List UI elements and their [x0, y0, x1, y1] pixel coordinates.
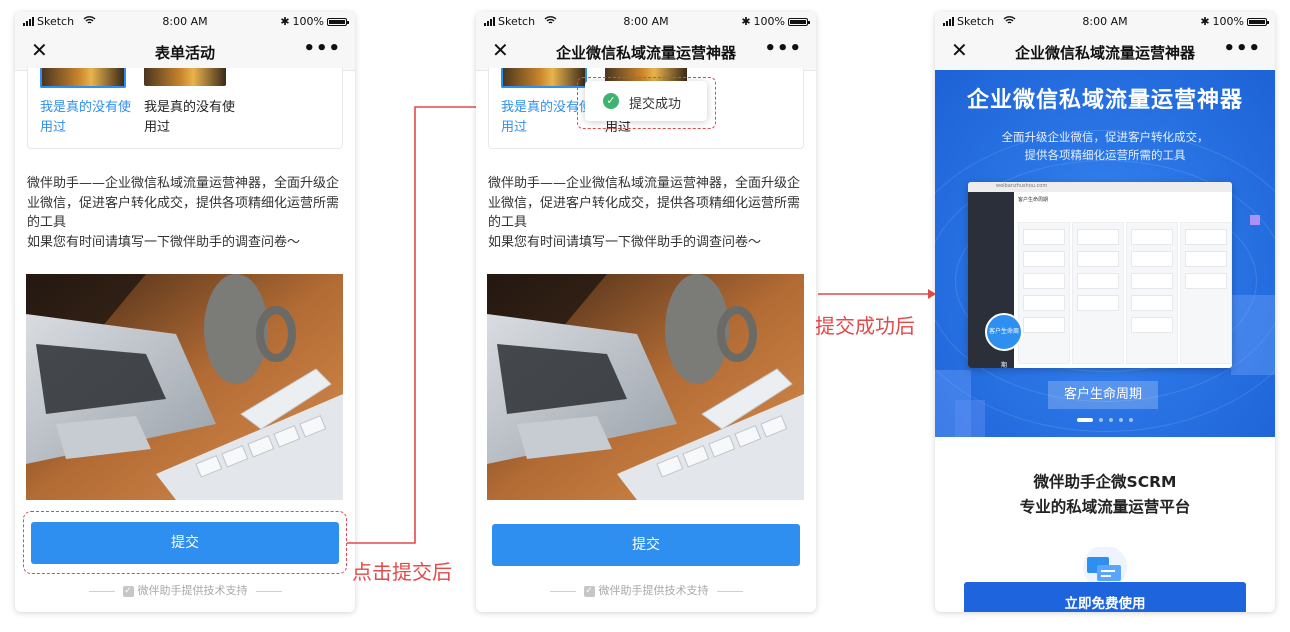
option-image-selected[interactable]	[501, 68, 587, 88]
description-prompt: 如果您有时间请填写一下微伴助手的调查问卷～	[488, 234, 762, 250]
more-icon[interactable]: •••	[1223, 38, 1261, 59]
carousel-dots[interactable]	[935, 418, 1275, 422]
nav-bar: ✕ 企业微信私域流量运营神器 •••	[935, 32, 1275, 71]
battery-percent: 100%	[753, 15, 785, 28]
free-trial-button[interactable]: 立即免费使用	[964, 582, 1246, 612]
banner-title: 企业微信私域流量运营神器	[966, 88, 1243, 113]
product-tagline: 专业的私域流量运营平台	[1019, 498, 1191, 516]
tech-support-footer: ✓ 微伴助手提供技术支持	[476, 582, 816, 598]
carousel-dot[interactable]	[1119, 418, 1123, 422]
nav-bar: ✕ 企业微信私域流量运营神器 •••	[476, 32, 816, 71]
chat-icon	[1073, 545, 1137, 589]
hero-banner: 企业微信私域流量运营神器 全面升级企业微信，促进客户转化成交， 提供各项精细化运…	[935, 70, 1275, 437]
toast-text: 提交成功	[629, 97, 682, 112]
close-icon[interactable]: ✕	[492, 40, 509, 60]
bluetooth-icon: ✱	[741, 15, 751, 28]
annotation-after-click: 点击提交后	[352, 560, 452, 584]
more-icon[interactable]: •••	[764, 38, 802, 59]
zoom-callout: 客户生命周期	[985, 313, 1023, 369]
banner-subtitle-line1: 全面升级企业微信，促进客户转化成交，	[1001, 130, 1209, 144]
product-heading: 微伴助手企微SCRM 专业的私域流量运营平台	[935, 470, 1275, 520]
carousel-dot[interactable]	[1109, 418, 1113, 422]
carousel-dot[interactable]	[1077, 418, 1093, 422]
footer-text: 微伴助手提供技术支持	[598, 584, 709, 597]
bluetooth-icon: ✱	[1200, 15, 1210, 28]
banner-subtitle-line2: 提供各项精细化运营所需的工具	[1024, 148, 1186, 162]
product-name: 微伴助手企微SCRM	[1033, 473, 1177, 491]
annotation-after-success: 提交成功后	[815, 314, 915, 338]
page-title: 企业微信私域流量运营神器	[1014, 44, 1195, 62]
battery-percent: 100%	[1212, 15, 1244, 28]
status-bar: Sketch 8:00 AM ✱ 100%	[476, 12, 816, 32]
laptop-photo	[487, 274, 804, 500]
page-title: 企业微信私域流量运营神器	[555, 44, 736, 62]
status-bar: Sketch 8:00 AM ✱ 100%	[935, 12, 1275, 32]
carousel-dot[interactable]	[1099, 418, 1103, 422]
check-icon: ✓	[583, 585, 595, 597]
phone-screen-landing: Sketch 8:00 AM ✱ 100% ✕ 企业微信私域流量运营神器 •••…	[935, 12, 1275, 612]
battery-icon	[788, 17, 810, 26]
carousel-caption: 客户生命周期	[1048, 381, 1158, 409]
app-page-title: 客户生命周期	[1018, 197, 1049, 203]
banner-subtitle: 全面升级企业微信，促进客户转化成交， 提供各项精细化运营所需的工具	[935, 128, 1275, 164]
browser-url: weibanzhushou.com	[996, 183, 1048, 189]
success-icon: ✓	[603, 93, 619, 109]
close-icon[interactable]: ✕	[951, 40, 968, 60]
carousel-dot[interactable]	[1129, 418, 1133, 422]
battery-icon	[1247, 17, 1269, 26]
success-toast: ✓ 提交成功	[585, 81, 707, 121]
form-description: 微伴助手——企业微信私域流量运营神器，全面升级企业微信，促进客户转化成交，提供各…	[488, 174, 804, 252]
description-text: 微伴助手——企业微信私域流量运营神器，全面升级企业微信，促进客户转化成交，提供各…	[488, 176, 801, 230]
submit-button[interactable]: 提交	[492, 524, 800, 566]
